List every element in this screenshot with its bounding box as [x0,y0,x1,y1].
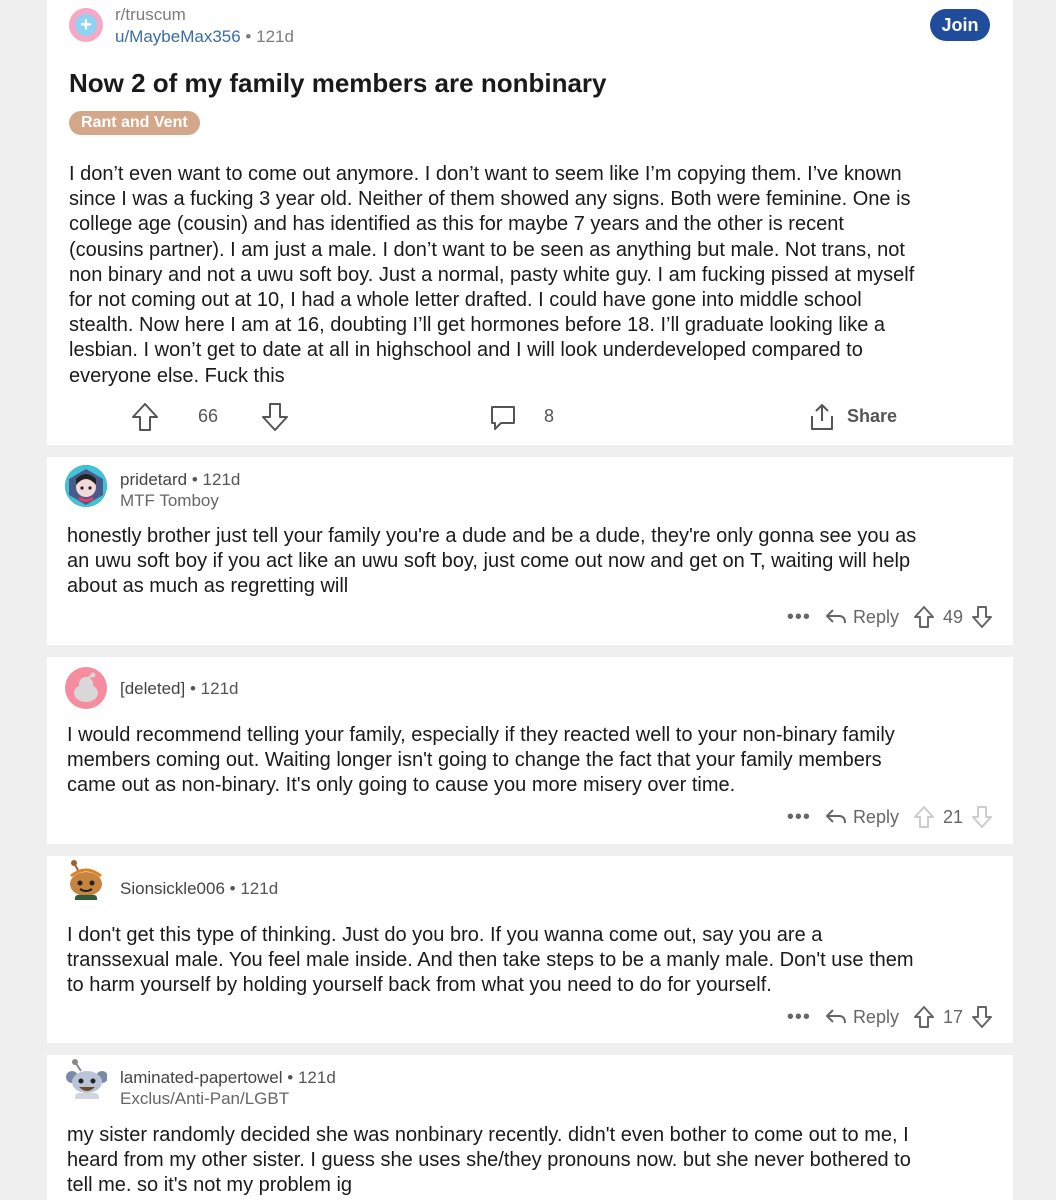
comment-line: tell me. so it's not my problem ig [67,1174,353,1197]
comment-username[interactable]: Sionsickle006 [120,879,225,898]
comment-card: [deleted] • 121d I would recommend telli… [47,657,1013,844]
upvote-icon[interactable] [913,605,935,629]
vote-controls: 49 [913,605,993,629]
comment-line: transsexual male. You feel male inside. … [67,949,914,972]
comment-card: pridetard • 121d MTF Tomboy honestly bro… [47,457,1013,645]
share-button[interactable]: Share [847,406,897,427]
comment-line: members coming out. Waiting longer isn't… [67,749,882,772]
reply-button[interactable]: Reply [825,607,899,628]
vote-controls: 17 [913,1005,993,1029]
comment-card: laminated-papertowel • 121d Exclus/Anti-… [47,1055,1013,1200]
reply-icon [825,809,846,824]
comment-username: [deleted] [120,679,186,698]
comment-line: I don't get this type of thinking. Just … [67,924,823,946]
comment-age: 121d [240,879,279,898]
comment-age: 121d [297,1068,336,1087]
avatar[interactable] [65,858,107,900]
subreddit-name[interactable]: r/truscum [115,5,186,25]
comment-score: 49 [942,606,963,627]
user-flair: MTF Tomboy [120,491,219,510]
post-body-line: non binary and not a uwu soft boy. Just … [69,263,915,286]
separator-dot: • [191,470,198,489]
comment-body: I don't get this type of thinking. Just … [67,923,997,999]
comment-count[interactable]: 8 [544,406,554,427]
post-body-line: (cousins partner). I am just a male. I d… [69,238,905,261]
post-body-line: since I was a fucking 3 year old. Neithe… [69,188,911,211]
join-button[interactable]: Join [930,9,990,41]
comment-line: came out as non-binary. It's only going … [67,774,736,797]
reply-button[interactable]: Reply [825,1007,899,1028]
downvote-icon[interactable] [971,1005,993,1029]
subreddit-icon[interactable]: + [69,8,103,42]
comment-author-line: laminated-papertowel • 121d [120,1068,336,1088]
comment-body: honestly brother just tell your family y… [67,524,997,600]
separator-dot: • [229,879,236,898]
comment-line: to harm yourself by holding yourself bac… [67,974,772,997]
share-icon[interactable] [807,402,837,432]
comment-body: my sister randomly decided she was nonbi… [67,1123,997,1199]
upvote-icon[interactable] [131,402,159,432]
more-options-icon[interactable]: ••• [787,806,811,829]
user-flair: Exclus/Anti-Pan/LGBT [120,1089,290,1108]
post-body-line: for not coming out at 10, I had a whole … [69,289,862,312]
more-options-icon[interactable]: ••• [787,606,811,629]
comment-actions: ••• Reply 17 [787,1005,993,1029]
post-author[interactable]: u/MaybeMax356 [115,27,241,46]
comment-author-line: [deleted] • 121d [120,679,238,699]
post-age: 121d [256,27,294,46]
separator-dot: • [189,679,196,698]
comment-line: an uwu soft boy if you act like an uwu s… [67,550,911,573]
comment-actions: ••• Reply 21 [787,805,993,829]
comment-age: 121d [202,470,241,489]
downvote-icon[interactable] [971,605,993,629]
avatar[interactable] [65,667,107,709]
comment-line: about as much as regretting will [67,575,349,598]
downvote-icon[interactable] [261,402,289,432]
reply-label: Reply [852,606,899,627]
comment-icon[interactable] [488,403,518,433]
comment-line: heard from my other sister. I guess she … [67,1149,911,1172]
comment-author-line: pridetard • 121d [120,470,240,490]
post-body-line: college age (cousin) and has identified … [69,213,844,236]
reply-label: Reply [852,1006,899,1027]
reply-icon [825,1009,846,1024]
comment-line: my sister randomly decided she was nonbi… [67,1124,909,1146]
comment-card: Sionsickle006 • 121d I don't get this ty… [47,856,1013,1043]
comment-line: I would recommend telling your family, e… [67,724,895,746]
downvote-icon[interactable] [971,805,993,829]
post-body-line: everyone else. Fuck this [69,364,285,387]
separator-dot: • [287,1068,294,1087]
post-score: 66 [198,406,219,426]
comment-username[interactable]: pridetard [120,470,187,489]
upvote-icon[interactable] [913,1005,935,1029]
post-author-line: u/MaybeMax356 • 121d [115,27,294,47]
post-body-line: stealth. Now here I am at 16, doubting I… [69,314,886,337]
comment-author-line: Sionsickle006 • 121d [120,879,278,899]
upvote-icon[interactable] [913,805,935,829]
comment-body: I would recommend telling your family, e… [67,723,997,799]
reply-label: Reply [852,806,899,827]
comment-age: 121d [200,679,239,698]
avatar[interactable] [65,1057,107,1099]
avatar[interactable] [65,465,107,507]
comment-actions: ••• Reply 49 [787,605,993,629]
comment-score: 21 [942,806,963,827]
reply-button[interactable]: Reply [825,807,899,828]
post-card: + r/truscum u/MaybeMax356 • 121d Join No… [47,0,1013,445]
post-body-line: lesbian. I won’t get to date at all in h… [69,339,863,362]
more-options-icon[interactable]: ••• [787,1006,811,1029]
separator-dot: • [245,27,252,46]
post-body: I don’t even want to come out anymore. I… [69,162,999,389]
comment-line: honestly brother just tell your family y… [67,525,917,547]
comment-score: 17 [942,1006,963,1027]
vote-controls: 21 [913,805,993,829]
post-body-line: I don’t even want to come out anymore. I… [69,163,902,185]
post-flair[interactable]: Rant and Vent [69,111,200,135]
comment-username[interactable]: laminated-papertowel [120,1068,283,1087]
reply-icon [825,609,846,624]
post-title[interactable]: Now 2 of my family members are nonbinary [69,68,607,99]
